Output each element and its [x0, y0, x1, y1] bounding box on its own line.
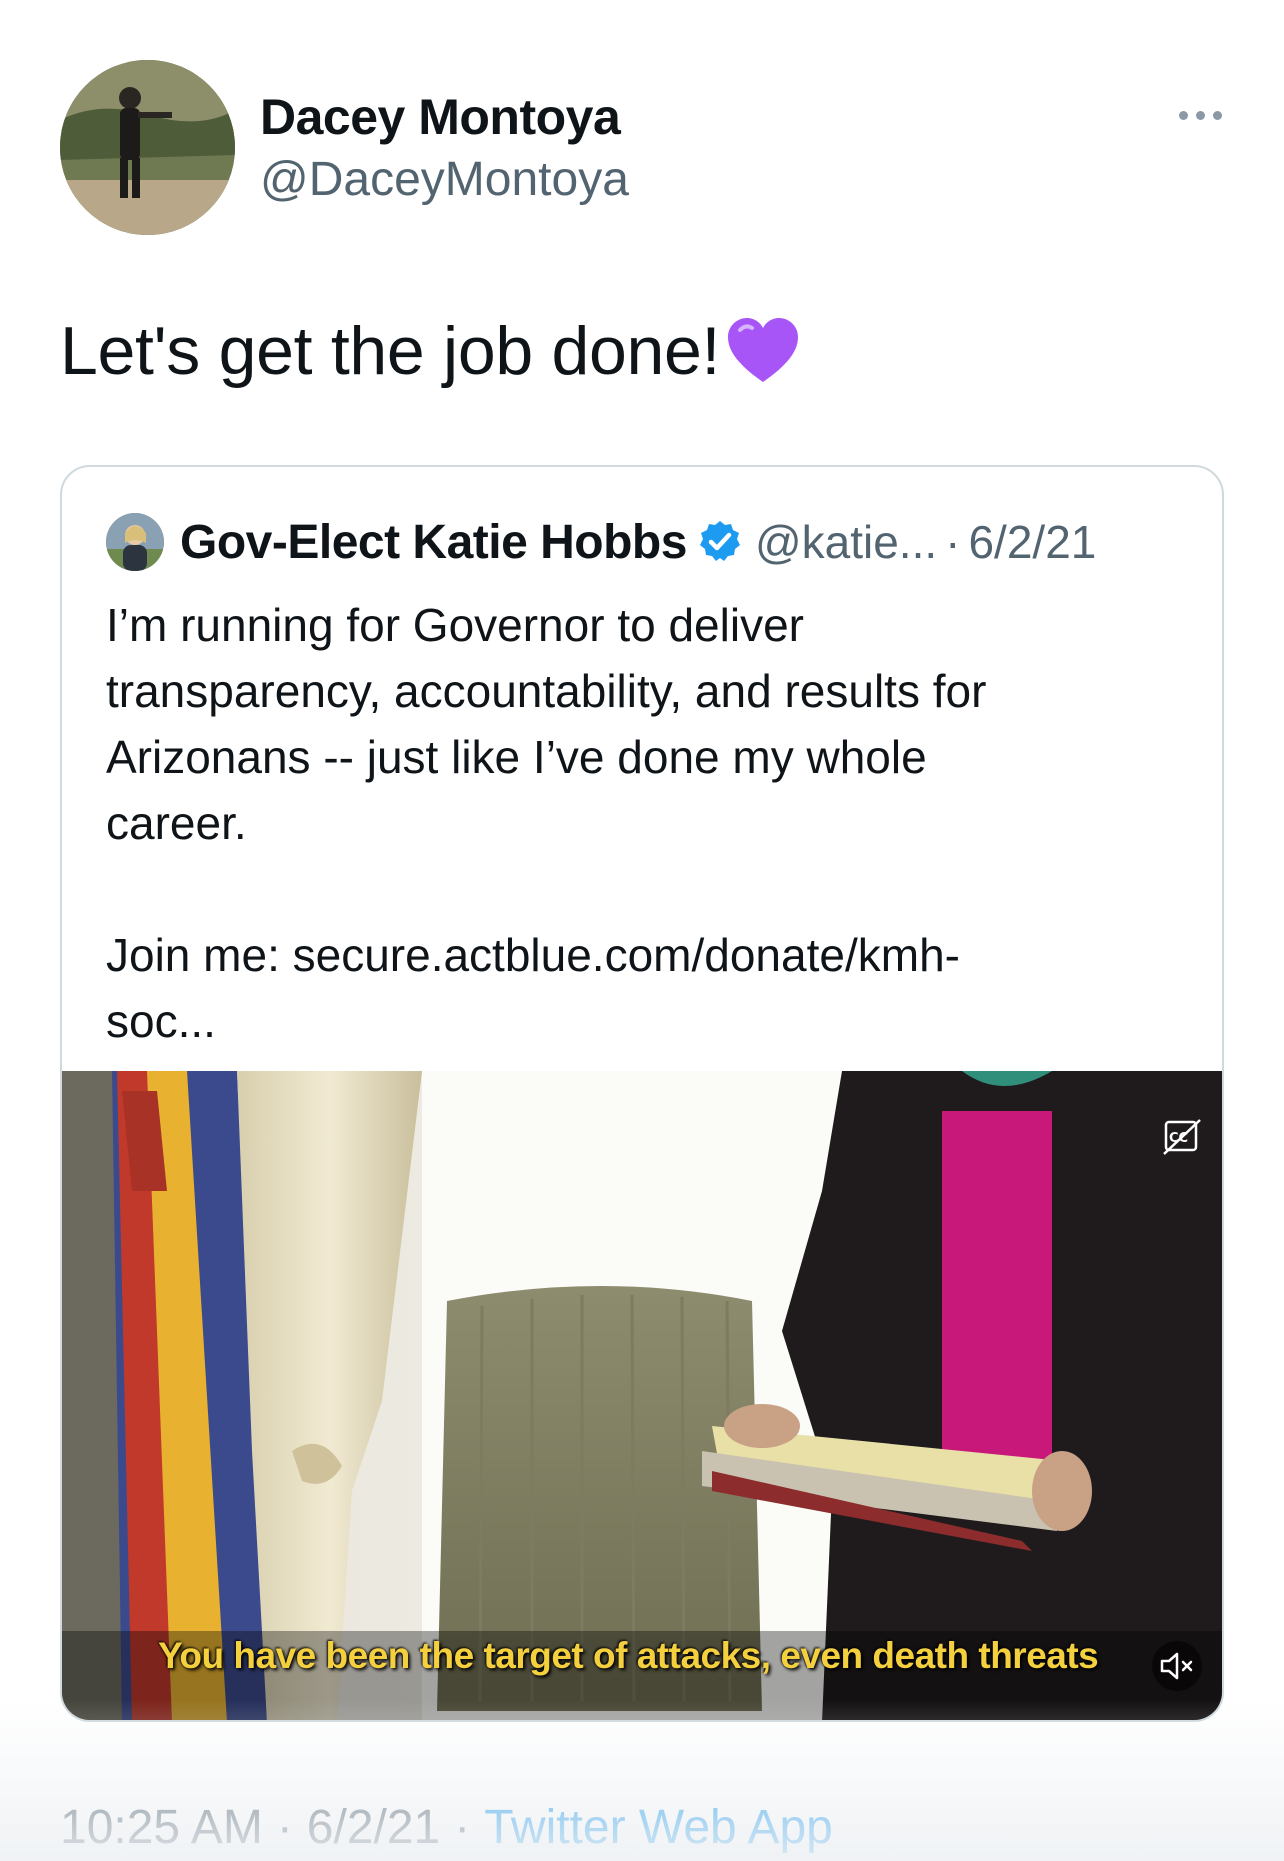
- video-subtitle: You have been the target of attacks, eve…: [158, 1635, 1099, 1676]
- mute-button[interactable]: [1152, 1641, 1202, 1691]
- author-handle[interactable]: @DaceyMontoya: [260, 152, 629, 207]
- quoted-author-handle[interactable]: @katie...: [755, 515, 937, 569]
- verified-badge-icon: [699, 521, 740, 561]
- author-avatar[interactable]: [60, 60, 235, 235]
- more-icon-dot: [1195, 110, 1205, 120]
- volume-muted-icon: [1160, 1652, 1193, 1680]
- quoted-author-name[interactable]: Gov-Elect Katie Hobbs: [180, 515, 687, 570]
- tweet-meta: 10:25 AM · 6/2/21 · Twitter Web App: [60, 1800, 833, 1855]
- more-options-button[interactable]: [1170, 100, 1230, 130]
- quoted-tweet[interactable]: Gov-Elect Katie Hobbs @katie... · 6/2/21…: [60, 465, 1224, 1722]
- tweet-text-content: Let's get the job done!: [60, 313, 721, 389]
- more-icon: [1178, 110, 1188, 120]
- quoted-text-link-line: Join me: secure.actblue.com/donate/kmh-: [106, 929, 960, 981]
- quoted-text-line: Arizonans -- just like I’ve done my whol…: [106, 731, 927, 783]
- more-icon-dot: [1212, 110, 1222, 120]
- meta-separator: ·: [454, 1801, 471, 1854]
- author-name[interactable]: Dacey Montoya: [260, 88, 621, 146]
- quoted-author-avatar[interactable]: [106, 513, 164, 571]
- video-player[interactable]: CC You have been the target of attacks, …: [62, 1071, 1222, 1720]
- tweet-text: Let's get the job done!: [60, 312, 800, 390]
- quoted-text-link-line: soc...: [106, 995, 216, 1047]
- tweet-time[interactable]: 10:25 AM: [60, 1801, 263, 1854]
- tweet-source-app[interactable]: Twitter Web App: [484, 1801, 833, 1854]
- author-avatar-image: [60, 60, 235, 235]
- video-frame: [62, 1071, 1222, 1720]
- quoted-text-line: transparency, accountability, and result…: [106, 665, 987, 717]
- quoted-author-avatar-image: [106, 513, 164, 571]
- quoted-tweet-text: I’m running for Governor to deliver tran…: [106, 592, 1186, 1054]
- tweet-detail: Dacey Montoya @DaceyMontoya Let's get th…: [0, 0, 1284, 1861]
- tweet-date[interactable]: 6/2/21: [307, 1801, 440, 1854]
- closed-captions-button[interactable]: CC: [1158, 1116, 1206, 1158]
- quoted-text-line: career.: [106, 797, 247, 849]
- purple-heart-icon: [728, 318, 799, 382]
- meta-separator: ·: [276, 1801, 293, 1854]
- quoted-separator: ·: [945, 516, 961, 568]
- closed-captions-off-icon: CC: [1163, 1119, 1201, 1155]
- quoted-tweet-header: Gov-Elect Katie Hobbs @katie... · 6/2/21: [106, 512, 1206, 572]
- quoted-tweet-date[interactable]: 6/2/21: [968, 515, 1096, 569]
- quoted-text-line: I’m running for Governor to deliver: [106, 599, 804, 651]
